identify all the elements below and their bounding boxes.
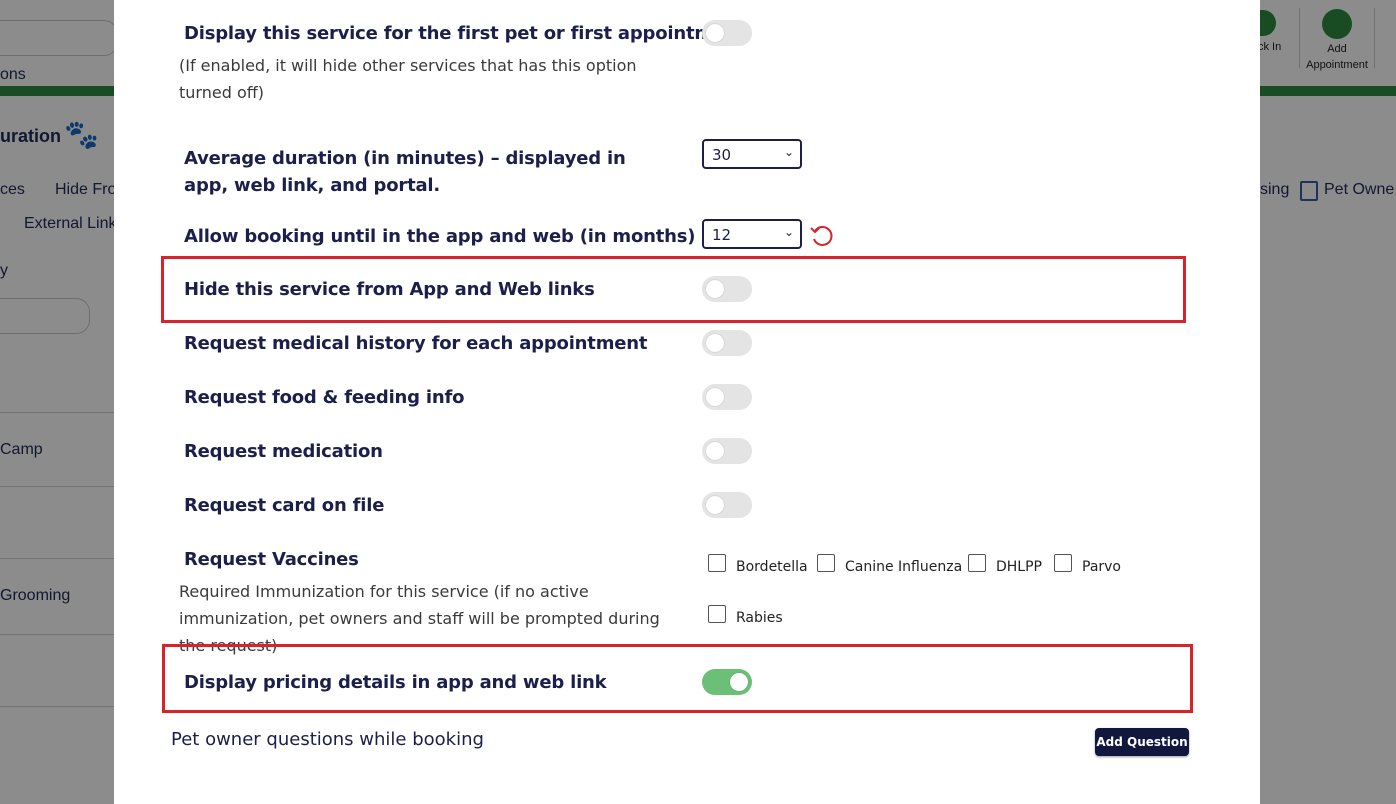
- first-pet-toggle[interactable]: [702, 20, 752, 46]
- first-pet-label: Display this service for the first pet o…: [184, 23, 746, 44]
- booking-until-select[interactable]: 12 ⌄: [702, 219, 802, 249]
- duration-value: 30: [712, 146, 732, 164]
- checkbox[interactable]: [1054, 554, 1072, 572]
- pricing-toggle[interactable]: [702, 669, 752, 695]
- medical-history-toggle[interactable]: [702, 330, 752, 356]
- pricing-label: Display pricing details in app and web l…: [184, 672, 607, 693]
- vaccine-checkbox-canine-influenza[interactable]: Canine Influenza: [817, 551, 962, 575]
- checkbox[interactable]: [968, 554, 986, 572]
- toggle-knob: [706, 388, 724, 406]
- toggle-knob: [706, 496, 724, 514]
- chevron-down-icon: ⌄: [783, 225, 794, 239]
- medication-label: Request medication: [184, 441, 383, 462]
- duration-select[interactable]: 30 ⌄: [702, 139, 802, 169]
- checkbox[interactable]: [708, 605, 726, 623]
- card-on-file-label: Request card on file: [184, 495, 385, 516]
- reset-icon[interactable]: [809, 223, 835, 249]
- hide-service-toggle[interactable]: [702, 276, 752, 302]
- duration-label: Average duration (in minutes) – displaye…: [184, 148, 626, 196]
- checkbox-label: Bordetella: [736, 559, 808, 575]
- checkbox-label: Rabies: [736, 610, 783, 626]
- toggle-knob: [730, 673, 748, 691]
- vaccine-checkbox-bordetella[interactable]: Bordetella: [708, 551, 808, 575]
- medical-history-label: Request medical history for each appoint…: [184, 333, 648, 354]
- questions-title: Pet owner questions while booking: [171, 729, 484, 750]
- food-feeding-label: Request food & feeding info: [184, 387, 465, 408]
- medication-toggle[interactable]: [702, 438, 752, 464]
- food-feeding-toggle[interactable]: [702, 384, 752, 410]
- toggle-knob: [706, 442, 724, 460]
- booking-until-label: Allow booking until in the app and web (…: [184, 226, 696, 247]
- toggle-knob: [706, 334, 724, 352]
- service-settings-modal: Display this service for the first pet o…: [114, 0, 1260, 804]
- vaccine-checkbox-rabies[interactable]: Rabies: [708, 602, 783, 626]
- toggle-knob: [706, 280, 724, 298]
- hide-service-label: Hide this service from App and Web links: [184, 279, 595, 300]
- checkbox[interactable]: [817, 554, 835, 572]
- vaccines-label: Request Vaccines: [184, 549, 359, 570]
- chevron-down-icon: ⌄: [783, 145, 794, 159]
- first-pet-description: (If enabled, it will hide other services…: [179, 56, 637, 102]
- checkbox[interactable]: [708, 554, 726, 572]
- vaccine-checkbox-parvo[interactable]: Parvo: [1054, 551, 1121, 575]
- toggle-knob: [706, 24, 724, 42]
- checkbox-label: Parvo: [1082, 559, 1121, 575]
- card-on-file-toggle[interactable]: [702, 492, 752, 518]
- checkbox-label: Canine Influenza: [845, 559, 963, 575]
- checkbox-label: DHLPP: [996, 559, 1042, 575]
- vaccine-checkbox-dhlpp[interactable]: DHLPP: [968, 551, 1042, 575]
- booking-until-value: 12: [712, 226, 732, 244]
- add-question-button[interactable]: Add Question: [1095, 728, 1189, 756]
